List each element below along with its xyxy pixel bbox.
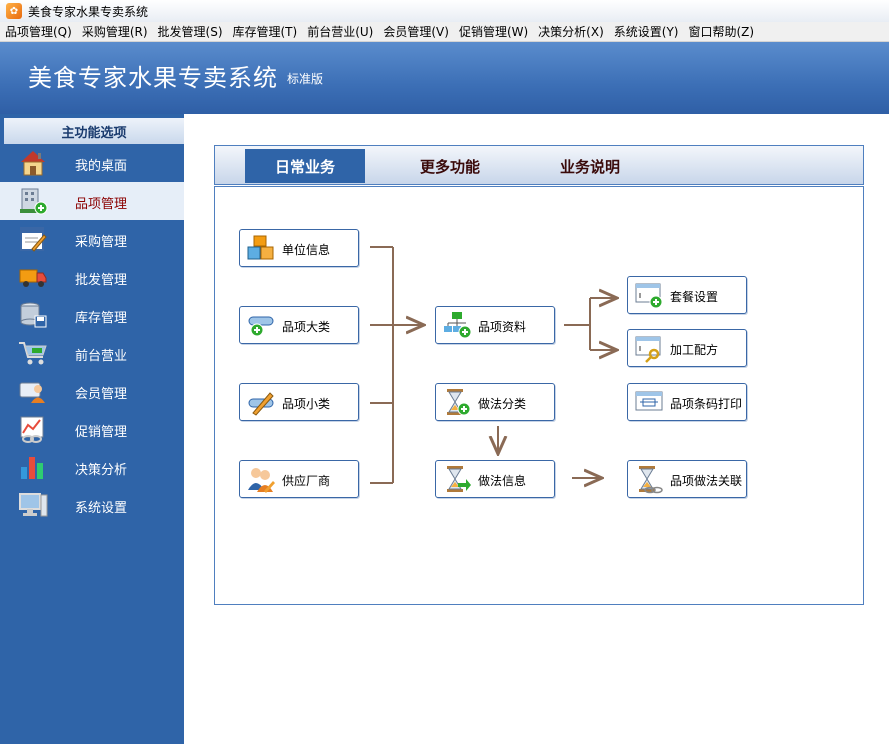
- node-label: 单位信息: [282, 243, 331, 257]
- sidebar: 主功能选项 我的桌面 品项管理 采购管理 批发管理 库存管理 前台营业 会员管理…: [0, 114, 184, 744]
- node-label: 品项资料: [478, 320, 527, 334]
- node-label: 供应厂商: [282, 474, 331, 488]
- sidebar-item-purchase[interactable]: 采购管理: [0, 220, 184, 258]
- item-data-button[interactable]: 品项资料: [435, 306, 555, 344]
- node-label: 品项小类: [282, 397, 331, 411]
- menu-item-wholesale[interactable]: 批发管理(S): [153, 23, 228, 40]
- category-major-button[interactable]: 品项大类: [239, 306, 359, 344]
- tab-daily-business[interactable]: 日常业务: [245, 149, 365, 183]
- cubes-icon: [247, 235, 274, 260]
- sidebar-item-promotion[interactable]: 促销管理: [0, 410, 184, 448]
- node-label: 品项大类: [282, 320, 331, 334]
- processing-recipe-button[interactable]: 加工配方: [627, 329, 747, 367]
- menu-item-window-help[interactable]: 窗口帮助(Z): [683, 23, 759, 40]
- sidebar-item-settings[interactable]: 系统设置: [0, 486, 184, 524]
- house-icon: [21, 151, 45, 176]
- bar-chart-icon: [21, 457, 43, 479]
- sidebar-item-label: 品项管理: [75, 197, 128, 212]
- node-label: 做法分类: [478, 397, 527, 411]
- node-label: 加工配方: [670, 343, 719, 357]
- menu-item-members[interactable]: 会员管理(V): [378, 23, 454, 40]
- tag-add-icon: [248, 316, 274, 337]
- sidebar-item-label: 决策分析: [75, 463, 128, 478]
- menu-item-analysis[interactable]: 决策分析(X): [533, 23, 609, 40]
- tag-edit-icon: [248, 392, 274, 416]
- sidebar-item-desktop[interactable]: 我的桌面: [0, 144, 184, 182]
- menu-item-purchase[interactable]: 采购管理(R): [77, 23, 153, 40]
- sidebar-item-items[interactable]: 品项管理: [0, 182, 184, 220]
- menu-item-front-desk[interactable]: 前台营业(U): [302, 23, 378, 40]
- node-label: 品项条码打印: [670, 397, 743, 411]
- sidebar-item-label: 库存管理: [75, 311, 128, 326]
- tab-business-help[interactable]: 业务说明: [530, 149, 650, 183]
- category-minor-button[interactable]: 品项小类: [239, 383, 359, 421]
- edition-label: 标准版: [287, 72, 324, 86]
- sidebar-item-label: 采购管理: [75, 235, 128, 250]
- title-bar: ✿ 美食专家水果专卖系统: [0, 0, 889, 22]
- building-add-icon: [20, 188, 48, 215]
- menu-item-inventory[interactable]: 库存管理(T): [228, 23, 303, 40]
- org-chart-add-icon: [444, 312, 472, 339]
- chart-chain-icon: [20, 416, 44, 443]
- shopping-cart-icon: [19, 342, 47, 365]
- form-pencil-icon: [20, 227, 47, 252]
- barcode-print-button[interactable]: 品项条码打印: [627, 383, 747, 421]
- window-add-icon: [635, 283, 663, 309]
- combo-setting-button[interactable]: 套餐设置: [627, 276, 747, 314]
- unit-info-button[interactable]: 单位信息: [239, 229, 359, 267]
- window-key-icon: [635, 336, 661, 363]
- supplier-button[interactable]: 供应厂商: [239, 460, 359, 498]
- users-edit-icon: [248, 468, 275, 493]
- sidebar-item-label: 促销管理: [75, 425, 128, 440]
- method-category-button[interactable]: 做法分类: [435, 383, 555, 421]
- item-method-link-button[interactable]: 品项做法关联: [627, 460, 747, 498]
- method-info-button[interactable]: 做法信息: [435, 460, 555, 498]
- app-name: 美食专家水果专卖系统: [28, 64, 278, 92]
- truck-icon: [19, 269, 47, 287]
- sidebar-item-label: 我的桌面: [75, 159, 128, 174]
- window-title: 美食专家水果专卖系统: [28, 4, 149, 19]
- member-card-icon: [19, 382, 45, 403]
- tab-bar: 日常业务 更多功能 业务说明: [214, 145, 864, 185]
- node-label: 做法信息: [478, 474, 527, 488]
- app-logo-icon: ✿: [6, 3, 22, 19]
- sidebar-item-label: 批发管理: [75, 273, 128, 288]
- sidebar-item-label: 系统设置: [75, 501, 128, 516]
- hourglass-link-icon: [639, 466, 663, 494]
- sidebar-item-label: 会员管理: [75, 387, 128, 402]
- hourglass-add-icon: [447, 389, 471, 416]
- sidebar-item-front-desk[interactable]: 前台营业: [0, 334, 184, 372]
- sidebar-title: 主功能选项: [4, 118, 184, 144]
- database-save-icon: [20, 302, 47, 328]
- header-banner: 美食专家水果专卖系统 标准版: [0, 42, 889, 114]
- menu-item-items[interactable]: 品项管理(Q): [0, 23, 77, 40]
- menu-item-promotion[interactable]: 促销管理(W): [454, 23, 533, 40]
- node-label: 品项做法关联: [670, 474, 743, 488]
- sidebar-item-members[interactable]: 会员管理: [0, 372, 184, 410]
- barcode-window-icon: [635, 391, 663, 411]
- menu-bar: 品项管理(Q) 采购管理(R) 批发管理(S) 库存管理(T) 前台营业(U) …: [0, 22, 889, 42]
- tab-more-functions[interactable]: 更多功能: [390, 149, 510, 183]
- sidebar-item-inventory[interactable]: 库存管理: [0, 296, 184, 334]
- hourglass-arrow-icon: [447, 466, 471, 492]
- computer-icon: [19, 493, 48, 517]
- sidebar-item-analysis[interactable]: 决策分析: [0, 448, 184, 486]
- sidebar-item-wholesale[interactable]: 批发管理: [0, 258, 184, 296]
- sidebar-item-label: 前台营业: [75, 349, 128, 364]
- menu-item-settings[interactable]: 系统设置(Y): [609, 23, 684, 40]
- node-label: 套餐设置: [670, 290, 719, 304]
